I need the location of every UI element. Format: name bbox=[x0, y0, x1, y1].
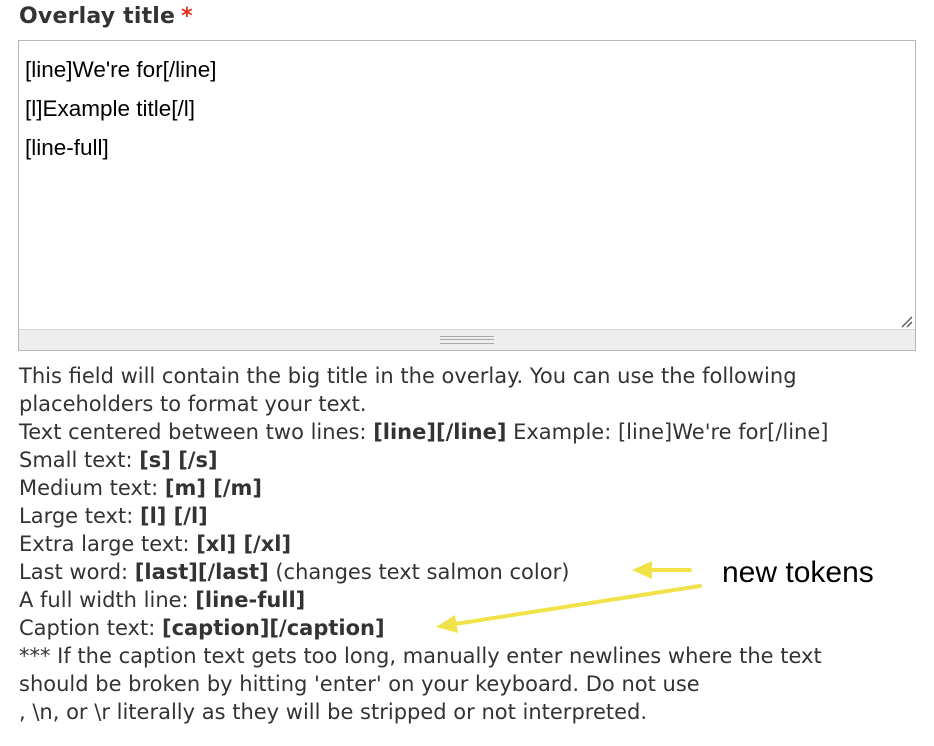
token-label: Caption text: bbox=[19, 616, 162, 640]
token-label: Last word: bbox=[19, 560, 135, 584]
token-suffix: (changes text salmon color) bbox=[268, 560, 570, 584]
description-intro: This field will contain the big title in… bbox=[19, 364, 797, 388]
token-code: [m] [/m] bbox=[164, 476, 262, 500]
token-line-caption: Caption text: [caption][/caption] bbox=[19, 614, 919, 642]
token-line-extra-large: Extra large text: [xl] [/xl] bbox=[19, 530, 919, 558]
token-code: [s] [/s] bbox=[139, 448, 218, 472]
description-intro: placeholders to format your text. bbox=[19, 392, 367, 416]
token-code: [caption][/caption] bbox=[161, 616, 385, 640]
description-note: should be broken by hitting 'enter' on y… bbox=[19, 672, 700, 696]
token-label: Medium text: bbox=[19, 476, 165, 500]
token-label: Extra large text: bbox=[19, 532, 197, 556]
textarea-line: [line-full] bbox=[25, 135, 109, 160]
token-label: Small text: bbox=[19, 448, 140, 472]
token-code: [l] [/l] bbox=[139, 504, 208, 528]
field-description: This field will contain the big title in… bbox=[19, 362, 919, 726]
token-code: [xl] [/xl] bbox=[196, 532, 292, 556]
grippie-handle-icon bbox=[440, 336, 494, 344]
token-code: [line-full] bbox=[195, 588, 306, 612]
token-line-medium: Medium text: [m] [/m] bbox=[19, 474, 919, 502]
description-note: *** If the caption text gets too long, m… bbox=[19, 644, 822, 668]
token-label: A full width line: bbox=[19, 588, 196, 612]
textarea-line: [l]Example title[/l] bbox=[25, 96, 196, 121]
annotation-label: new tokens bbox=[722, 556, 874, 589]
token-suffix: Example: [line]We're for[/line] bbox=[506, 420, 829, 444]
field-label-text: Overlay title bbox=[19, 4, 176, 29]
required-marker: * bbox=[181, 4, 193, 29]
token-code: [last][/last] bbox=[134, 560, 269, 584]
token-code: [line][/line] bbox=[373, 420, 507, 444]
token-line-full-width: A full width line: [line-full] bbox=[19, 586, 919, 614]
token-line-large: Large text: [l] [/l] bbox=[19, 502, 919, 530]
overlay-title-textarea[interactable]: [line]We're for[/line] [l]Example title[… bbox=[18, 40, 916, 351]
resize-corner-icon[interactable] bbox=[899, 314, 913, 328]
token-label: Text centered between two lines: bbox=[19, 420, 374, 444]
token-line-small: Small text: [s] [/s] bbox=[19, 446, 919, 474]
token-line-centered: Text centered between two lines: [line][… bbox=[19, 418, 919, 446]
token-label: Large text: bbox=[19, 504, 140, 528]
textarea-line: [line]We're for[/line] bbox=[25, 57, 217, 82]
description-note: , \n, or \r literally as they will be st… bbox=[19, 700, 648, 724]
field-label: Overlay title * bbox=[19, 4, 193, 29]
textarea-content[interactable]: [line]We're for[/line] [l]Example title[… bbox=[19, 41, 915, 331]
textarea-resize-grippie[interactable] bbox=[19, 329, 915, 350]
